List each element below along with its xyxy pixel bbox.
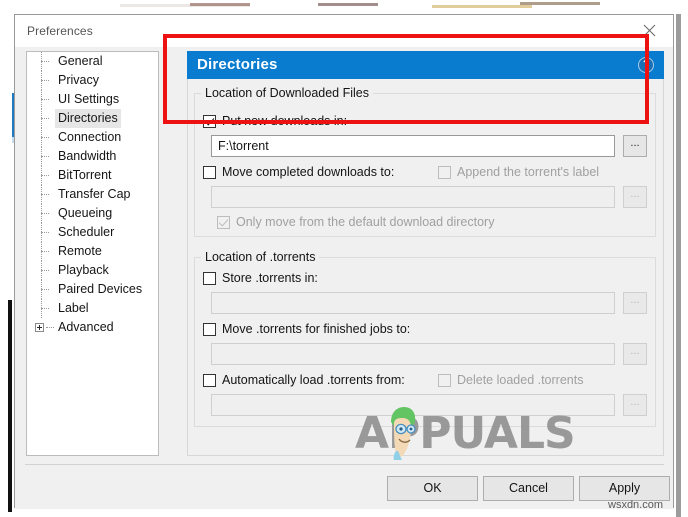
sidebar-item-queueing[interactable]: Queueing [27, 204, 158, 223]
tree-dash [41, 99, 49, 100]
sidebar-item-connection[interactable]: Connection [27, 128, 158, 147]
cancel-button[interactable]: Cancel [483, 476, 574, 501]
footer-separator [25, 464, 664, 465]
sidebar-item-label: Label [58, 301, 89, 315]
move-completed-checkbox[interactable] [203, 166, 216, 179]
group-torrents-location: Location of .torrents Store .torrents in… [194, 250, 656, 427]
sidebar-item-general[interactable]: General [27, 52, 158, 71]
backdrop-smudge [190, 3, 250, 6]
sidebar-item-label: Queueing [58, 206, 113, 220]
sidebar-item-label: Paired Devices [58, 282, 143, 296]
tree-dash [41, 137, 49, 138]
auto-load-torrents-checkbox[interactable] [203, 374, 216, 387]
group-title-torrents: Location of .torrents [201, 250, 320, 264]
sidebar-item-privacy[interactable]: Privacy [27, 71, 158, 90]
tree-dash [41, 308, 49, 309]
title-bar: Preferences [15, 15, 673, 47]
sidebar-item-label: Playback [58, 263, 109, 277]
put-new-downloads-checkbox[interactable] [203, 115, 216, 128]
preferences-category-tree[interactable]: General Privacy UI Settings Directories [26, 51, 159, 456]
sidebar-item-scheduler[interactable]: Scheduler [27, 223, 158, 242]
tree-dash [41, 194, 49, 195]
sidebar-item-label: Privacy [58, 73, 99, 87]
sidebar-item-label: Remote [58, 244, 102, 258]
page-title: Directories [197, 56, 278, 73]
expand-plus-icon[interactable] [35, 323, 44, 332]
tree-dash [41, 118, 49, 119]
section-header: Directories ? [187, 51, 664, 79]
tree-dash [41, 213, 49, 214]
append-torrent-label-label: Append the torrent's label [457, 165, 600, 179]
tree-dash [41, 232, 49, 233]
tree-dash [41, 251, 49, 252]
sidebar-item-ui-settings[interactable]: UI Settings [27, 90, 158, 109]
backdrop-right-fill [681, 0, 688, 517]
sidebar-item-label[interactable]: Label [27, 299, 158, 318]
append-torrent-label-checkbox [438, 166, 451, 179]
sidebar-item-bandwidth[interactable]: Bandwidth [27, 147, 158, 166]
settings-body: Location of Downloaded Files Put new dow… [187, 79, 664, 456]
sidebar-item-label: BitTorrent [58, 168, 112, 182]
move-finished-torrents-label: Move .torrents for finished jobs to: [222, 322, 411, 336]
tree-dash [41, 156, 49, 157]
auto-load-torrents-browse-button[interactable]: ... [623, 394, 647, 416]
sidebar-item-label: Scheduler [58, 225, 115, 239]
sidebar-item-transfer-cap[interactable]: Transfer Cap [27, 185, 158, 204]
wsxdn-watermark: wsxdn.com [608, 499, 664, 511]
tree-dash [41, 61, 49, 62]
sidebar-item-remote[interactable]: Remote [27, 242, 158, 261]
tree-dash [41, 80, 49, 81]
auto-load-torrents-input[interactable] [211, 394, 615, 416]
tree-dash [46, 327, 54, 328]
only-move-default-label: Only move from the default download dire… [236, 215, 495, 229]
sidebar-item-label: Connection [58, 130, 122, 144]
move-finished-torrents-browse-button[interactable]: ... [623, 343, 647, 365]
sidebar-item-paired-devices[interactable]: Paired Devices [27, 280, 158, 299]
sidebar-item-playback[interactable]: Playback [27, 261, 158, 280]
tree-dash [41, 175, 49, 176]
move-finished-torrents-checkbox[interactable] [203, 323, 216, 336]
sidebar-item-label: Directories [55, 109, 121, 128]
move-finished-torrents-input[interactable] [211, 343, 615, 365]
dialog-client-area: General Privacy UI Settings Directories [15, 47, 673, 509]
move-completed-browse-button[interactable]: ... [623, 186, 647, 208]
sidebar-item-label: Transfer Cap [58, 187, 131, 201]
tree-dash [41, 270, 49, 271]
put-new-downloads-browse-button[interactable]: ... [623, 135, 647, 157]
close-icon[interactable] [629, 15, 669, 45]
help-icon[interactable]: ? [638, 57, 654, 73]
store-torrents-checkbox[interactable] [203, 272, 216, 285]
backdrop-left-edge [8, 300, 12, 512]
delete-loaded-torrents-label: Delete loaded .torrents [457, 373, 584, 387]
settings-pane: Directories ? Location of Downloaded Fil… [187, 51, 664, 456]
sidebar-item-label: General [58, 54, 103, 68]
sidebar-item-label: UI Settings [58, 92, 120, 106]
backdrop-smudge [520, 2, 600, 5]
put-new-downloads-input[interactable]: F:\torrent [211, 135, 615, 157]
sidebar-item-directories[interactable]: Directories [27, 109, 158, 128]
store-torrents-input[interactable] [211, 292, 615, 314]
preferences-dialog: Preferences General Privacy UI Settings … [14, 14, 674, 509]
sidebar-item-label: Advanced [58, 320, 114, 334]
sidebar-item-label: Bandwidth [58, 149, 117, 163]
sidebar-item-advanced[interactable]: Advanced [27, 318, 158, 337]
store-torrents-label: Store .torrents in: [222, 271, 318, 285]
move-completed-label: Move completed downloads to: [222, 165, 395, 179]
window-title: Preferences [27, 24, 93, 38]
put-new-downloads-label: Put new downloads in: [222, 114, 348, 128]
group-downloaded-files: Location of Downloaded Files Put new dow… [194, 86, 656, 237]
store-torrents-browse-button[interactable]: ... [623, 292, 647, 314]
backdrop-smudge [318, 3, 378, 6]
ok-button[interactable]: OK [387, 476, 478, 501]
only-move-default-checkbox [217, 216, 230, 229]
apply-button[interactable]: Apply [579, 476, 670, 501]
group-title-downloaded-files: Location of Downloaded Files [201, 86, 373, 100]
move-completed-input[interactable] [211, 186, 615, 208]
sidebar-item-bittorrent[interactable]: BitTorrent [27, 166, 158, 185]
backdrop-smudge [432, 5, 532, 8]
auto-load-torrents-label: Automatically load .torrents from: [222, 373, 405, 387]
tree-dash [41, 289, 49, 290]
delete-loaded-torrents-checkbox [438, 374, 451, 387]
